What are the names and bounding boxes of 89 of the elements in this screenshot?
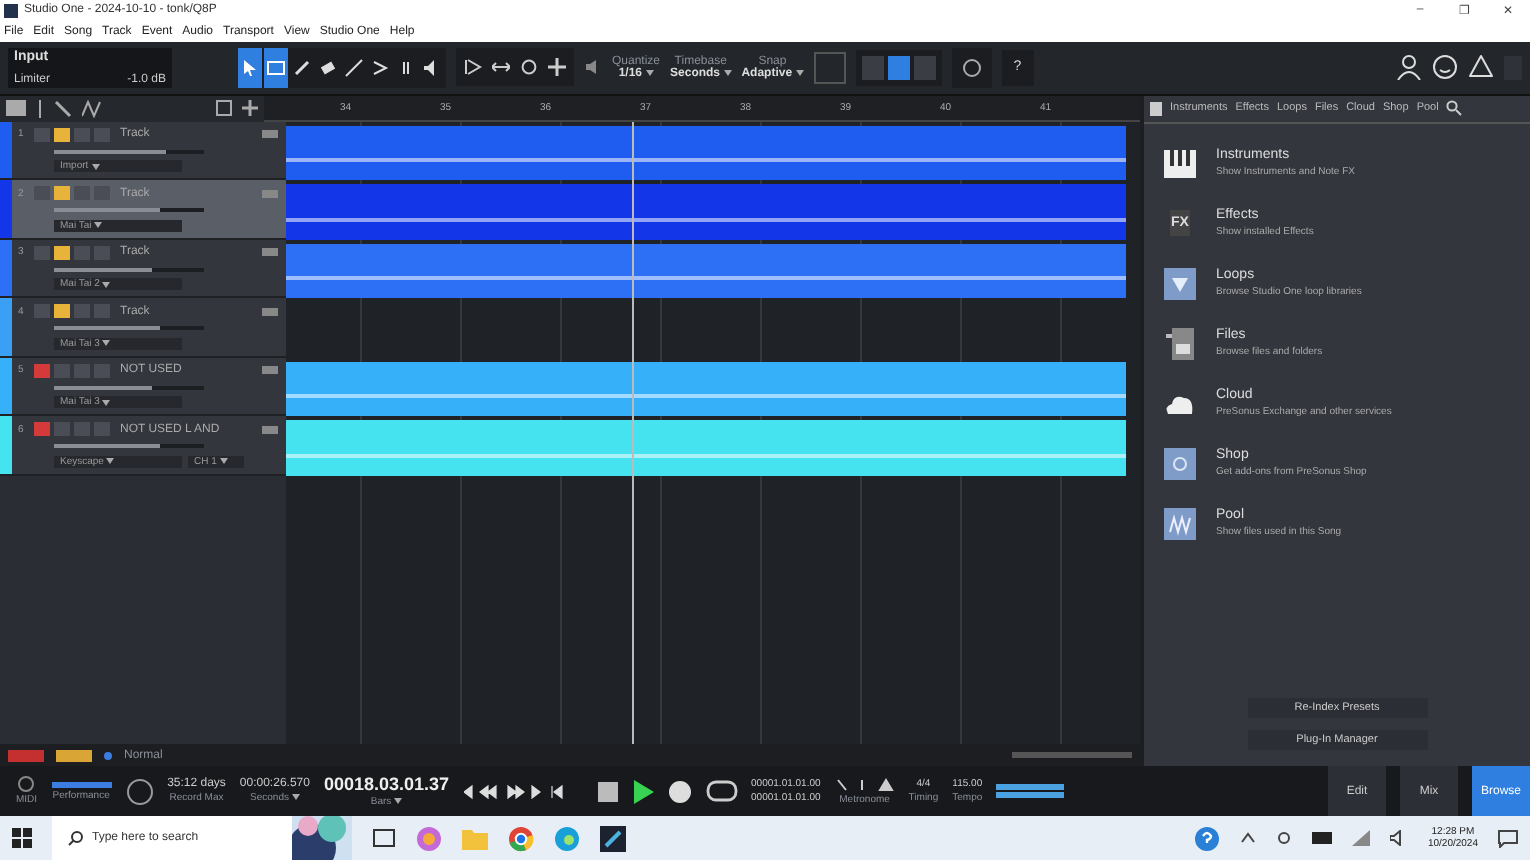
battery-icon[interactable]: [1311, 832, 1332, 844]
caret-icon: [106, 458, 115, 465]
arrange-view-icon[interactable]: [887, 55, 910, 80]
copilot-icon[interactable]: [416, 825, 442, 851]
caret-icon: [91, 163, 100, 170]
caret-icon: [102, 281, 111, 288]
record-indicator: [8, 749, 44, 761]
audio-clip[interactable]: [286, 361, 1126, 417]
app-logo-icon: [4, 3, 18, 18]
monitor-button[interactable]: [54, 245, 70, 260]
loops-icon[interactable]: [1164, 267, 1196, 300]
time-bars: 00018.03.01.37: [323, 774, 450, 794]
home-tab-icon[interactable]: [1150, 101, 1162, 116]
play-icon[interactable]: [631, 779, 654, 803]
range-tool[interactable]: [264, 47, 288, 88]
audio-clip[interactable]: [286, 125, 1126, 181]
automation-icon[interactable]: [82, 99, 102, 118]
record-icon[interactable]: [667, 779, 692, 803]
caret-icon: [394, 798, 403, 805]
play-marker-icon[interactable]: [464, 58, 482, 77]
sun-icon[interactable]: [1275, 830, 1292, 846]
search-icon[interactable]: [1446, 100, 1463, 117]
caret-icon: [645, 69, 654, 76]
audio-clip[interactable]: [286, 184, 1126, 240]
track-menu-icon[interactable]: [262, 366, 278, 375]
stretch-icon[interactable]: [492, 58, 510, 77]
track-menu-icon[interactable]: [262, 307, 278, 316]
record-time-icon: [125, 777, 154, 805]
chevron-up-icon[interactable]: [1239, 832, 1256, 844]
wifi-icon[interactable]: [1351, 830, 1370, 846]
midi-icon[interactable]: [16, 776, 37, 792]
pool-icon[interactable]: [1164, 507, 1196, 540]
search-icon: [68, 830, 84, 846]
help-icon[interactable]: [1193, 825, 1220, 851]
speaker-icon[interactable]: [584, 58, 602, 77]
caret-icon: [291, 794, 300, 801]
info-icon[interactable]: [36, 99, 44, 118]
grid-icon[interactable]: [548, 58, 566, 77]
volume-slider[interactable]: [54, 267, 204, 272]
add-track-icon[interactable]: [242, 100, 258, 117]
stop-button[interactable]: [597, 781, 618, 801]
caret-icon: [102, 399, 111, 406]
notification-icon[interactable]: [1498, 829, 1518, 847]
arrow-tool[interactable]: [238, 47, 262, 88]
monitor-button[interactable]: [54, 304, 70, 319]
volume-slider[interactable]: [54, 208, 204, 213]
volume-slider[interactable]: [54, 326, 204, 331]
audio-clip[interactable]: [286, 420, 1126, 476]
chrome-icon[interactable]: [508, 825, 534, 851]
monitor-indicator: [56, 749, 92, 761]
instruments-icon[interactable]: [1164, 147, 1196, 180]
volume-slider[interactable]: [54, 385, 204, 390]
record-button[interactable]: [34, 363, 50, 378]
monitor-button[interactable]: [54, 186, 70, 201]
shop-icon[interactable]: [1164, 447, 1196, 480]
loop-icon[interactable]: [705, 780, 738, 802]
caret-icon: [219, 458, 228, 465]
track-menu-icon[interactable]: [262, 189, 278, 198]
windows-start-icon[interactable]: [12, 828, 32, 848]
track-menu-icon[interactable]: [262, 248, 278, 257]
record-button[interactable]: [34, 422, 50, 437]
pencil-icon: [292, 57, 312, 78]
smiley-icon[interactable]: [1432, 54, 1458, 81]
monitor-button[interactable]: [54, 127, 70, 142]
status-dot-icon: [104, 751, 112, 759]
caret-icon: [795, 69, 804, 76]
caret-icon: [94, 222, 103, 229]
loop-icon[interactable]: [520, 58, 538, 77]
track-menu-icon[interactable]: [262, 130, 278, 139]
audio-clip[interactable]: [286, 243, 1126, 299]
settings-icon[interactable]: [951, 47, 992, 88]
caret-icon: [102, 340, 111, 347]
range-icon: [266, 57, 286, 78]
edge-icon[interactable]: [554, 825, 580, 851]
arrow-icon: [240, 57, 260, 78]
volume-slider[interactable]: [54, 149, 204, 154]
volume-slider[interactable]: [54, 444, 204, 449]
metronome-icon[interactable]: [834, 777, 895, 791]
user-icon[interactable]: [1396, 54, 1422, 81]
performance-meter: [51, 781, 112, 787]
files-icon[interactable]: [1164, 327, 1196, 360]
marker-icon[interactable]: [913, 55, 936, 80]
grid-icon[interactable]: [216, 100, 232, 117]
list-icon[interactable]: [6, 100, 26, 117]
caret-icon: [723, 69, 732, 76]
task-view-icon[interactable]: [372, 828, 396, 848]
track-menu-icon[interactable]: [262, 425, 278, 434]
studio-one-icon[interactable]: [600, 825, 626, 851]
pen-icon[interactable]: [54, 99, 72, 118]
